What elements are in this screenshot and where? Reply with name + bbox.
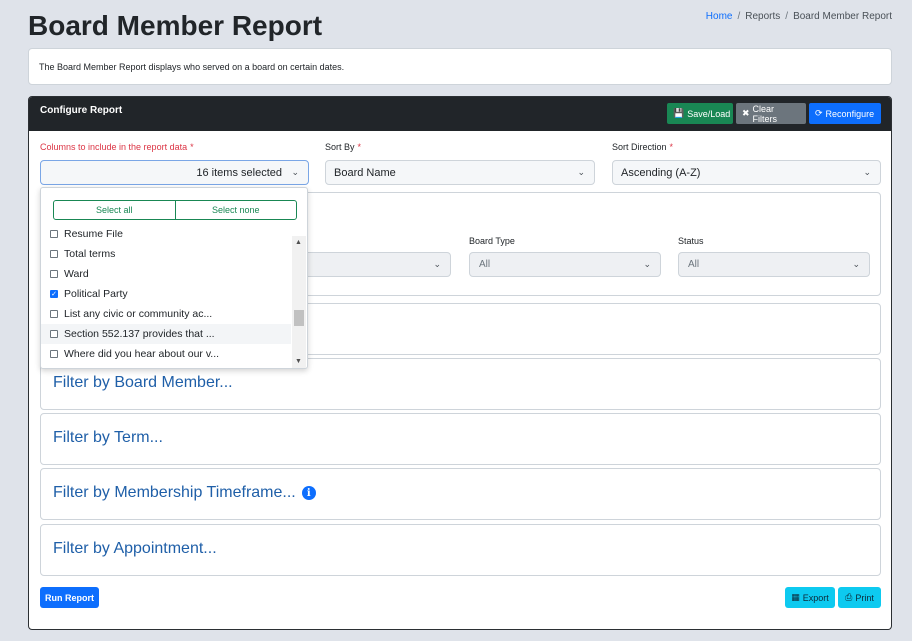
checkbox[interactable]: [50, 250, 58, 258]
list-item[interactable]: Ward: [41, 264, 291, 284]
required-mark: *: [357, 142, 362, 152]
clear-filters-label: Clear Filters: [752, 103, 778, 124]
chevron-down-icon: ⌄: [643, 259, 651, 269]
printer-icon: ⎙: [845, 592, 853, 602]
scrollbar-thumb[interactable]: [294, 310, 304, 326]
run-report-button[interactable]: Run Report: [40, 587, 99, 608]
breadcrumb: Home / Reports / Board Member Report: [706, 11, 892, 22]
select-all-button[interactable]: Select all: [54, 201, 175, 219]
refresh-icon: ⟳: [815, 108, 823, 118]
filter-appointment-heading[interactable]: Filter by Appointment...: [53, 540, 217, 558]
status-label: Status: [678, 236, 704, 246]
chevron-down-icon: ⌄: [852, 259, 860, 269]
sort-by-value: Board Name: [334, 166, 396, 179]
list-item[interactable]: Section 552.137 provides that ...: [41, 324, 291, 344]
columns-option-list: Resume File Total terms Ward ✓ Political…: [41, 230, 291, 368]
board-type-label: Board Type: [469, 236, 515, 246]
checkbox[interactable]: [50, 270, 58, 278]
filter-term-heading[interactable]: Filter by Term...: [53, 429, 163, 447]
breadcrumb-separator: /: [785, 11, 789, 22]
export-label: Export: [802, 592, 829, 603]
print-button[interactable]: ⎙ Print: [838, 587, 881, 608]
info-icon[interactable]: i: [301, 486, 316, 500]
config-header: Configure Report 💾 Save/Load ✖ Clear Fil…: [29, 97, 891, 131]
sort-by-label: Sort By *: [325, 142, 362, 152]
save-load-button[interactable]: 💾 Save/Load: [667, 103, 733, 124]
columns-select[interactable]: 16 items selected ⌄: [40, 160, 309, 185]
table-icon: ▦: [791, 592, 800, 602]
save-load-label: Save/Load: [687, 108, 731, 119]
page-title: Board Member Report: [28, 10, 323, 41]
save-icon: 💾: [673, 108, 685, 118]
sort-direction-label: Sort Direction *: [612, 142, 674, 152]
columns-select-value: 16 items selected: [196, 166, 282, 179]
chevron-down-icon: ⌄: [863, 167, 871, 177]
status-select[interactable]: All ⌄: [678, 252, 870, 277]
print-label: Print: [855, 592, 874, 603]
list-item[interactable]: Total terms: [41, 244, 291, 264]
chevron-down-icon: ⌄: [291, 167, 299, 177]
board-filter-select[interactable]: ⌄: [301, 252, 451, 277]
checkbox[interactable]: [50, 310, 58, 318]
clear-filters-button[interactable]: ✖ Clear Filters: [736, 103, 806, 124]
filter-membership-timeframe-heading[interactable]: Filter by Membership Timeframe... i: [53, 484, 316, 502]
sort-direction-select[interactable]: Ascending (A-Z) ⌄: [612, 160, 881, 185]
chevron-down-icon: ⌄: [433, 259, 441, 269]
sort-direction-value: Ascending (A-Z): [621, 166, 701, 179]
columns-dropdown-menu: Select all Select none Resume File Total…: [40, 187, 308, 369]
checkbox[interactable]: [50, 350, 58, 358]
scroll-down-arrow-icon[interactable]: ▼: [295, 358, 302, 365]
close-icon: ✖: [742, 108, 750, 118]
checkbox[interactable]: [50, 330, 58, 338]
required-mark: *: [669, 142, 674, 152]
columns-label: Columns to include in the report data *: [40, 142, 194, 152]
sort-by-select[interactable]: Board Name ⌄: [325, 160, 595, 185]
select-none-button[interactable]: Select none: [174, 201, 297, 219]
description-text: The Board Member Report displays who ser…: [39, 62, 345, 72]
list-item[interactable]: Resume File: [41, 230, 291, 244]
dropdown-scrollbar[interactable]: ▲ ▼: [292, 236, 306, 368]
dropdown-action-group: Select all Select none: [53, 200, 297, 220]
filter-membership-timeframe-panel[interactable]: Filter by Membership Timeframe... i: [40, 468, 881, 520]
breadcrumb-reports[interactable]: Reports: [745, 11, 780, 22]
checkbox[interactable]: [50, 230, 58, 238]
breadcrumb-current: Board Member Report: [793, 11, 892, 22]
breadcrumb-home-link[interactable]: Home: [706, 11, 733, 22]
breadcrumb-separator: /: [737, 11, 741, 22]
scroll-up-arrow-icon[interactable]: ▲: [295, 239, 302, 246]
config-title: Configure Report: [40, 105, 123, 116]
reconfigure-button[interactable]: ⟳ Reconfigure: [809, 103, 881, 124]
required-mark: *: [190, 142, 194, 152]
status-value: All: [688, 259, 700, 270]
description-card: The Board Member Report displays who ser…: [28, 48, 892, 85]
board-type-select[interactable]: All ⌄: [469, 252, 661, 277]
export-button[interactable]: ▦ Export: [785, 587, 835, 608]
list-item[interactable]: ✓ Political Party: [41, 284, 291, 304]
filter-term-panel[interactable]: Filter by Term...: [40, 413, 881, 465]
board-type-value: All: [479, 259, 491, 270]
filter-board-member-heading[interactable]: Filter by Board Member...: [53, 374, 233, 392]
checkbox-checked[interactable]: ✓: [50, 290, 58, 298]
filter-appointment-panel[interactable]: Filter by Appointment...: [40, 524, 881, 576]
reconfigure-label: Reconfigure: [825, 108, 875, 119]
chevron-down-icon: ⌄: [577, 167, 585, 177]
list-item[interactable]: Where did you hear about our v...: [41, 344, 291, 364]
list-item[interactable]: List any civic or community ac...: [41, 304, 291, 324]
